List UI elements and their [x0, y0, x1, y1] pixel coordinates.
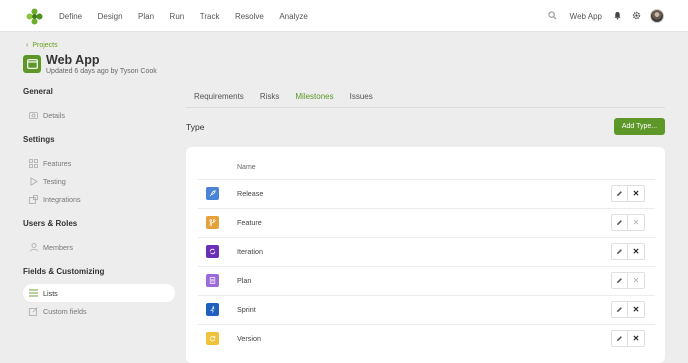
close-icon[interactable]: ✕: [628, 330, 645, 347]
tab-issues[interactable]: Issues: [342, 88, 381, 108]
logo-icon[interactable]: [26, 8, 43, 25]
search-icon[interactable]: [548, 10, 557, 22]
sidebar-item-label: Features: [43, 158, 72, 168]
bell-icon[interactable]: [613, 11, 622, 22]
table-row: Plan ✕: [198, 266, 655, 295]
user-icon: [29, 242, 38, 252]
close-icon[interactable]: ✕: [628, 272, 645, 289]
play-icon: [29, 176, 38, 186]
list-icon: [29, 289, 38, 298]
app-switcher[interactable]: Web App: [570, 12, 602, 21]
tab-divider: [186, 107, 665, 108]
branch-icon: [206, 216, 219, 229]
close-icon[interactable]: ✕: [628, 214, 645, 231]
row-name: Version: [237, 334, 261, 343]
pencil-icon[interactable]: [611, 214, 628, 231]
sidebar-item-lists[interactable]: Lists: [23, 284, 175, 302]
edit-box-icon: [29, 306, 38, 316]
sidebar-item-label: Details: [43, 110, 65, 120]
camera-icon: [29, 111, 38, 120]
refresh-icon: [206, 332, 219, 345]
table-row: Iteration ✕: [198, 237, 655, 266]
pencil-icon[interactable]: [611, 185, 628, 202]
table-row: Sprint ✕: [198, 295, 655, 324]
types-table: Name Release ✕ Feature ✕ Iteration ✕ Pla…: [186, 147, 665, 363]
row-name: Sprint: [237, 305, 256, 314]
sidebar-item-label: Custom fields: [43, 306, 87, 316]
page-subtitle: Updated 6 days ago by Tyson Cook: [46, 68, 157, 75]
rocket-icon: [206, 187, 219, 200]
close-icon[interactable]: ✕: [628, 243, 645, 260]
document-icon: [206, 274, 219, 287]
sidebar-heading-general: General: [23, 87, 53, 96]
table-row: Feature ✕: [198, 208, 655, 237]
row-name: Iteration: [237, 247, 263, 256]
app-window-icon: [23, 55, 41, 73]
top-bar: Define Design Plan Run Track Resolve Ana…: [0, 0, 688, 32]
close-icon[interactable]: ✕: [628, 185, 645, 202]
pencil-icon[interactable]: [611, 301, 628, 318]
sidebar-heading-users-roles: Users & Roles: [23, 219, 78, 228]
pencil-icon[interactable]: [611, 330, 628, 347]
sidebar-item-label: Testing: [43, 176, 66, 186]
sidebar-item-custom-fields[interactable]: Custom fields: [23, 302, 175, 320]
nav-item-analyze[interactable]: Analyze: [279, 12, 307, 21]
sidebar-item-integrations[interactable]: Integrations: [23, 190, 175, 208]
sidebar-heading-settings: Settings: [23, 135, 55, 144]
puzzle-icon: [29, 194, 38, 204]
sidebar-heading-fields: Fields & Customizing: [23, 267, 105, 276]
cycle-icon: [206, 245, 219, 258]
sidebar-item-features[interactable]: Features: [23, 154, 175, 172]
sidebar-item-members[interactable]: Members: [23, 238, 175, 256]
column-header-name: Name: [237, 164, 256, 171]
add-type-button[interactable]: Add Type...: [614, 118, 665, 135]
table-row: Release ✕: [198, 179, 655, 208]
tab-bar: Requirements Risks Milestones Issues: [186, 88, 381, 108]
main-nav: Define Design Plan Run Track Resolve Ana…: [59, 0, 323, 32]
gear-icon[interactable]: [632, 11, 641, 22]
nav-item-resolve[interactable]: Resolve: [235, 12, 264, 21]
table-row: Version ✕: [198, 324, 655, 353]
tab-requirements[interactable]: Requirements: [186, 88, 252, 108]
grid-icon: [29, 158, 38, 168]
top-right-controls: Web App: [548, 0, 664, 32]
page-title: Web App: [46, 53, 100, 67]
row-name: Release: [237, 189, 264, 198]
avatar[interactable]: [650, 9, 664, 23]
sidebar-item-label: Members: [43, 242, 73, 252]
section-title: Type: [186, 122, 205, 132]
nav-item-plan[interactable]: Plan: [138, 12, 154, 21]
tab-milestones[interactable]: Milestones: [287, 88, 342, 108]
sidebar-item-label: Lists: [43, 288, 58, 298]
nav-item-track[interactable]: Track: [200, 12, 220, 21]
settings-sidebar: General Details Settings Features Testin…: [23, 87, 175, 320]
sidebar-item-label: Integrations: [43, 194, 81, 204]
close-icon[interactable]: ✕: [628, 301, 645, 318]
tab-risks[interactable]: Risks: [252, 88, 288, 108]
nav-item-define[interactable]: Define: [59, 12, 82, 21]
pencil-icon[interactable]: [611, 243, 628, 260]
sidebar-item-testing[interactable]: Testing: [23, 172, 175, 190]
sidebar-item-details[interactable]: Details: [23, 106, 175, 124]
row-name: Plan: [237, 276, 252, 285]
chevron-left-icon: ‹: [26, 42, 29, 49]
runner-icon: [206, 303, 219, 316]
nav-item-run[interactable]: Run: [170, 12, 185, 21]
pencil-icon[interactable]: [611, 272, 628, 289]
breadcrumb[interactable]: ‹ Projects: [26, 42, 58, 49]
breadcrumb-projects[interactable]: Projects: [32, 42, 57, 49]
nav-item-design[interactable]: Design: [98, 12, 123, 21]
row-name: Feature: [237, 218, 262, 227]
